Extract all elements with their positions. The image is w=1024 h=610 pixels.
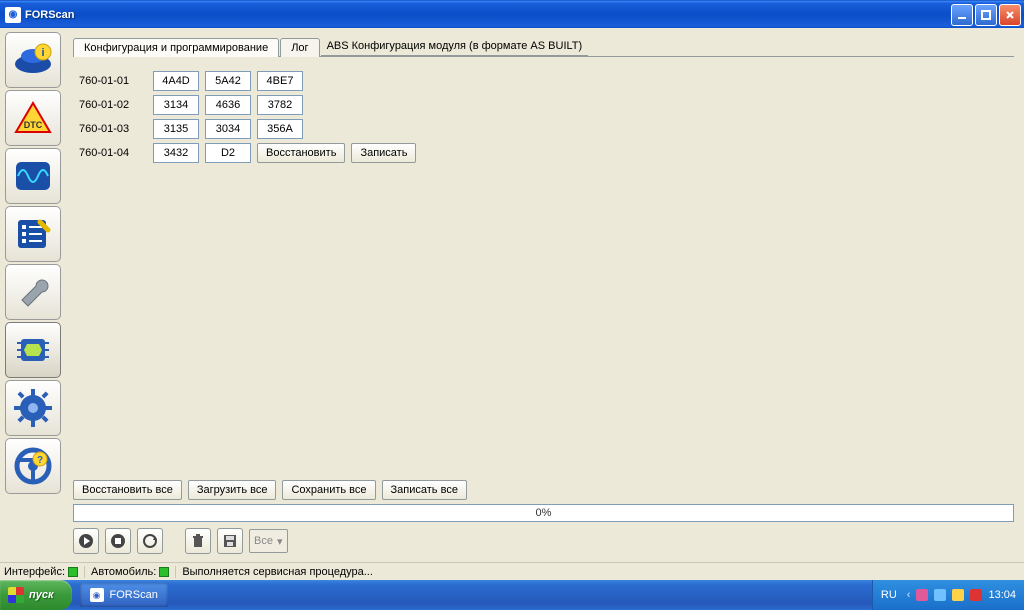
row-label: 760-01-03 — [77, 120, 147, 138]
statusbar: Интерфейс: Автомобиль: Выполняется серви… — [0, 562, 1024, 580]
maximize-icon — [981, 10, 991, 20]
data-area: 760-01-01 760-01-02 760-01-03 760-01-04 — [73, 67, 1014, 474]
hex-cell[interactable] — [257, 71, 303, 91]
sidebar-service[interactable] — [5, 264, 61, 320]
tray-chevron-icon[interactable]: ‹ — [907, 589, 911, 601]
progress-bar: 0% — [73, 504, 1014, 522]
row-label: 760-01-01 — [77, 72, 147, 90]
floppy-icon — [222, 533, 238, 549]
dtc-icon: DTC — [13, 100, 53, 136]
data-row: 760-01-01 — [77, 71, 1014, 91]
refresh-button[interactable] — [137, 528, 163, 554]
bottom-buttons: Восстановить все Загрузить все Сохранить… — [73, 480, 1014, 500]
tray-language[interactable]: RU — [881, 589, 897, 601]
save-all-button[interactable]: Сохранить все — [282, 480, 375, 500]
status-interface: Интерфейс: — [4, 566, 85, 578]
trash-button[interactable] — [185, 528, 211, 554]
interface-status-dot — [68, 567, 78, 577]
combo-label: Все — [254, 535, 273, 547]
app-icon: ◉ — [5, 7, 21, 23]
filter-combo[interactable]: Все ▾ — [249, 529, 288, 553]
status-vehicle-label: Автомобиль: — [91, 566, 156, 578]
tray-clock[interactable]: 13:04 — [988, 589, 1016, 601]
tabstrip: Конфигурация и программирование Лог ABS … — [73, 34, 1014, 56]
hex-cell[interactable] — [205, 95, 251, 115]
write-all-button[interactable]: Записать все — [382, 480, 467, 500]
taskbar-app-label: FORScan — [110, 589, 158, 601]
car-info-icon: i — [12, 42, 54, 78]
restore-button[interactable]: Восстановить — [257, 143, 345, 163]
window-title: FORScan — [25, 9, 949, 21]
tray-icon-3[interactable] — [952, 589, 964, 601]
svg-text:DTC: DTC — [23, 120, 42, 130]
restore-all-button[interactable]: Восстановить все — [73, 480, 182, 500]
svg-text:?: ? — [36, 455, 42, 466]
stop-button[interactable] — [105, 528, 131, 554]
row-label: 760-01-02 — [77, 96, 147, 114]
hex-cell[interactable] — [257, 119, 303, 139]
write-button[interactable]: Записать — [351, 143, 416, 163]
stop-icon — [110, 533, 126, 549]
vehicle-status-dot — [159, 567, 169, 577]
chevron-down-icon: ▾ — [277, 535, 283, 548]
main-panel: Конфигурация и программирование Лог ABS … — [65, 28, 1024, 562]
load-all-button[interactable]: Загрузить все — [188, 480, 277, 500]
close-icon — [1005, 10, 1015, 20]
windows-flag-icon — [8, 587, 24, 603]
data-row: 760-01-03 — [77, 119, 1014, 139]
checklist-icon — [12, 216, 54, 252]
start-label: пуск — [29, 589, 54, 601]
data-row: 760-01-04 Восстановить Записать — [77, 143, 1014, 163]
gear-icon — [12, 387, 54, 429]
sidebar-vehicle-info[interactable]: i — [5, 32, 61, 88]
system-tray: RU ‹ 13:04 — [872, 580, 1024, 610]
hex-cell[interactable] — [153, 119, 199, 139]
minimize-icon — [957, 10, 967, 20]
trash-icon — [190, 533, 206, 549]
tray-icon-1[interactable] — [916, 589, 928, 601]
hex-cell[interactable] — [205, 119, 251, 139]
hex-cell[interactable] — [205, 143, 251, 163]
taskbar: пуск ◉ FORScan RU ‹ 13:04 — [0, 580, 1024, 610]
close-button[interactable] — [999, 4, 1021, 26]
status-vehicle: Автомобиль: — [91, 566, 176, 578]
chip-icon — [12, 332, 54, 368]
minimize-button[interactable] — [951, 4, 973, 26]
control-row: Все ▾ — [73, 528, 1014, 558]
sidebar-dtc[interactable]: DTC — [5, 90, 61, 146]
hex-cell[interactable] — [205, 71, 251, 91]
sidebar-settings[interactable] — [5, 380, 61, 436]
progress-text: 0% — [536, 507, 552, 519]
sidebar-steering[interactable]: ? — [5, 438, 61, 494]
steering-icon: ? — [12, 445, 54, 487]
status-message: Выполняется сервисная процедура... — [182, 566, 379, 578]
tray-icon-4[interactable] — [970, 589, 982, 601]
data-row: 760-01-02 — [77, 95, 1014, 115]
hex-cell[interactable] — [257, 95, 303, 115]
sidebar: i DTC — [0, 28, 65, 562]
refresh-icon — [142, 533, 158, 549]
hex-cell[interactable] — [153, 95, 199, 115]
tab-config[interactable]: Конфигурация и программирование — [73, 38, 279, 57]
tab-log[interactable]: Лог — [280, 38, 319, 57]
sidebar-chip[interactable] — [5, 322, 61, 378]
save-button[interactable] — [217, 528, 243, 554]
wrench-icon — [12, 274, 54, 310]
tray-icon-2[interactable] — [934, 589, 946, 601]
titlebar: ◉ FORScan — [0, 0, 1024, 28]
play-button[interactable] — [73, 528, 99, 554]
status-interface-label: Интерфейс: — [4, 566, 65, 578]
hex-cell[interactable] — [153, 143, 199, 163]
play-icon — [78, 533, 94, 549]
sidebar-tests[interactable] — [5, 206, 61, 262]
svg-text:i: i — [41, 47, 44, 59]
row-label: 760-01-04 — [77, 144, 147, 162]
panel-header: ABS Конфигурация модуля (в формате AS BU… — [321, 37, 589, 56]
hex-cell[interactable] — [153, 71, 199, 91]
taskbar-app[interactable]: ◉ FORScan — [80, 583, 168, 607]
oscilloscope-icon — [12, 158, 54, 194]
maximize-button[interactable] — [975, 4, 997, 26]
sidebar-oscilloscope[interactable] — [5, 148, 61, 204]
start-button[interactable]: пуск — [0, 580, 72, 610]
